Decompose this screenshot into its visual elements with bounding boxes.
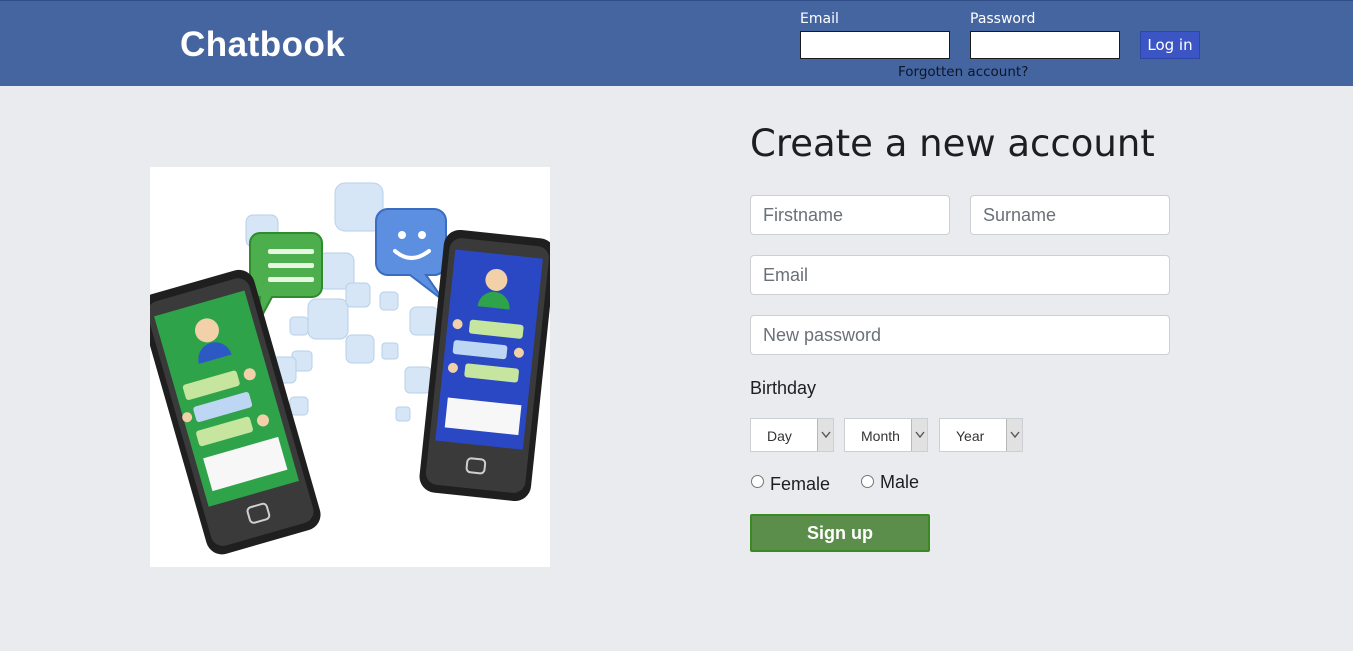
signup-title: Create a new account [750,122,1155,165]
top-navigation-bar: Chatbook Email Password Log in Forgotten… [0,0,1353,86]
month-select-value: Month [861,428,900,444]
hero-illustration [140,167,556,567]
birthday-month-select[interactable]: Month [844,418,928,452]
login-password-label: Password [970,11,1036,27]
birthday-label: Birthday [750,378,817,398]
sign-up-button[interactable]: Sign up [750,514,930,552]
signup-email-input[interactable] [750,255,1170,295]
birthday-day-select[interactable]: Day [750,418,834,452]
male-label[interactable]: Male [880,472,919,493]
forgotten-account-link[interactable]: Forgotten account? [898,64,1028,80]
chevron-down-icon [911,419,927,451]
firstname-input[interactable] [750,195,950,235]
day-select-value: Day [767,428,792,444]
new-password-input[interactable] [750,315,1170,355]
female-label[interactable]: Female [770,474,830,495]
chevron-down-icon [1006,419,1022,451]
login-email-input[interactable] [800,31,950,59]
site-logo[interactable]: Chatbook [180,25,345,65]
login-email-label: Email [800,11,839,27]
male-radio[interactable] [861,475,874,488]
birthday-year-select[interactable]: Year [939,418,1023,452]
surname-input[interactable] [970,195,1170,235]
year-select-value: Year [956,428,985,444]
chevron-down-icon [817,419,833,451]
login-button[interactable]: Log in [1140,31,1200,59]
female-radio[interactable] [751,475,764,488]
two-smartphones-chat-icon [140,182,556,555]
login-password-input[interactable] [970,31,1120,59]
